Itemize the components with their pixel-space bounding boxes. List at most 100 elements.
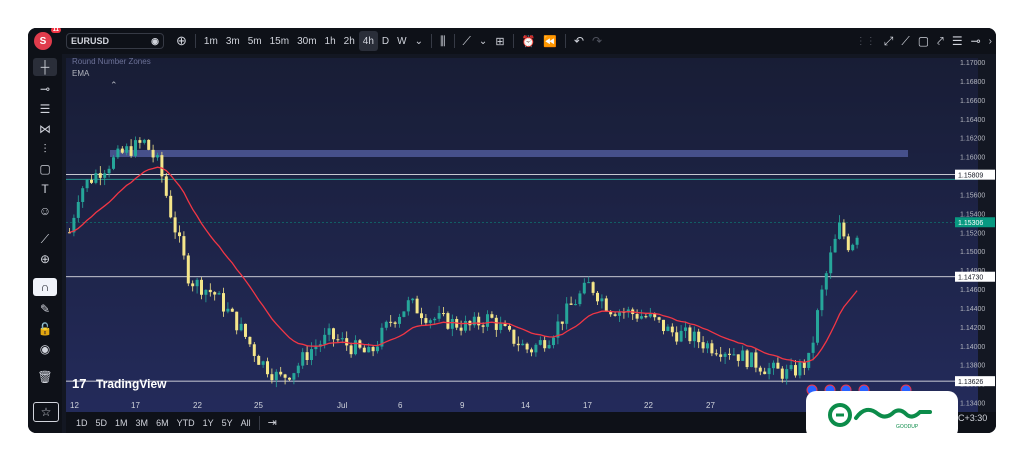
candle-body <box>406 300 410 312</box>
candle-body <box>494 317 498 330</box>
crosshair-icon[interactable]: ┼ <box>33 58 57 76</box>
candle-body <box>763 371 767 375</box>
rectangle-tool-icon[interactable]: ▢ <box>914 31 933 51</box>
layouts-icon[interactable]: ⊞ <box>491 31 508 51</box>
candle-body <box>156 155 159 158</box>
lock-edit-icon[interactable]: ✎ <box>33 300 57 318</box>
candle-body <box>182 236 186 256</box>
ruler-icon[interactable]: ⟋ <box>33 230 57 248</box>
magnet-icon[interactable]: ∩ <box>33 278 57 296</box>
range-3m[interactable]: 3M <box>132 418 153 428</box>
horizontal-line-icon[interactable]: ⊸ <box>967 31 985 51</box>
symbol-search[interactable]: EURUSD ◉ <box>66 33 164 49</box>
candle-body <box>349 345 353 355</box>
candle-body <box>376 346 379 352</box>
candle-body <box>204 289 208 295</box>
undo-icon[interactable]: ↶ <box>570 31 588 51</box>
interval-1m[interactable]: 1m <box>200 31 222 51</box>
chevron-down-icon[interactable]: ⌄ <box>411 31 427 51</box>
fib-tool-icon[interactable]: ☰ <box>948 31 967 51</box>
indicator-ema[interactable]: EMA <box>72 69 90 78</box>
drag-handle-icon[interactable]: ⋮⋮ <box>852 31 880 51</box>
range-all[interactable]: All <box>237 418 255 428</box>
candle-body <box>662 319 665 332</box>
alert-icon[interactable]: ⏰ <box>518 31 540 51</box>
candle-body <box>239 323 243 331</box>
interval-D[interactable]: D <box>378 31 393 51</box>
chevron-down-icon[interactable]: ⌄ <box>475 31 491 51</box>
replay-icon[interactable]: ⏪ <box>539 31 561 51</box>
interval-2h[interactable]: 2h <box>340 31 359 51</box>
rectangle-icon[interactable]: ▢ <box>33 160 57 178</box>
watchlist-star-icon[interactable]: ☆ <box>33 402 59 422</box>
goodup-brand-text: GOODUP <box>896 424 919 430</box>
trend-line-icon[interactable]: ⊸ <box>33 80 57 98</box>
indicators-icon[interactable]: ⟋ <box>459 31 475 51</box>
more-tools-icon[interactable]: › <box>985 31 996 51</box>
collapse-indicators-icon[interactable]: ⌃ <box>110 80 118 90</box>
interval-5m[interactable]: 5m <box>244 31 266 51</box>
candle-body <box>512 329 516 344</box>
range-1d[interactable]: 1D <box>72 418 92 428</box>
compare-symbol-icon[interactable]: ⊕ <box>172 31 191 51</box>
interval-15m[interactable]: 15m <box>266 31 293 51</box>
go-to-date-icon[interactable]: ⇥ <box>264 416 281 429</box>
candle-body <box>151 149 155 158</box>
interval-W[interactable]: W <box>393 31 410 51</box>
candle-body <box>437 313 441 319</box>
price-tick: 1.16400 <box>960 117 985 124</box>
candle-body <box>560 321 564 324</box>
candle-body <box>710 343 714 354</box>
eye-icon[interactable]: ◉ <box>151 36 159 47</box>
interval-3m[interactable]: 3m <box>222 31 244 51</box>
candle-body <box>222 293 225 312</box>
zoom-in-icon[interactable]: ⊕ <box>33 250 57 268</box>
interval-4h[interactable]: 4h <box>358 31 378 51</box>
notification-badge: 11 <box>50 28 61 33</box>
time-tick: 14 <box>521 401 530 410</box>
trash-icon[interactable]: 🗑 <box>33 368 57 386</box>
candle-body <box>428 320 432 323</box>
candle-body <box>90 179 93 183</box>
price-tick: 1.13800 <box>960 363 985 370</box>
price-tick: 1.16800 <box>960 79 985 86</box>
candles-style-icon[interactable]: ⫼ <box>436 31 450 51</box>
candle-body <box>195 279 199 287</box>
fib-icon[interactable]: ⫶ <box>33 140 57 158</box>
candle-body <box>94 173 98 183</box>
candle-body <box>499 323 503 330</box>
candle-body <box>666 326 670 332</box>
emoji-icon[interactable]: ☺ <box>33 202 57 220</box>
candle-body <box>697 331 701 343</box>
candle-body <box>600 298 604 302</box>
candle-body <box>679 330 683 342</box>
range-1m[interactable]: 1M <box>111 418 132 428</box>
redo-icon[interactable]: ↷ <box>588 31 606 51</box>
path-tool-icon[interactable]: ⤤ <box>933 31 948 51</box>
indicator-round-number-zones[interactable]: Round Number Zones <box>72 58 151 66</box>
range-6m[interactable]: 6M <box>152 418 173 428</box>
price-chart[interactable]: 1.17000 1.16800 1.16600 1.16400 1.16200 1.160… <box>66 58 996 416</box>
candle-body <box>723 353 727 357</box>
candle-body <box>772 362 775 369</box>
pitchfork-icon[interactable]: ⋈ <box>33 120 57 138</box>
candle-body <box>107 168 111 174</box>
text-tool-icon[interactable]: T <box>33 180 57 198</box>
user-avatar[interactable]: S 11 <box>34 28 61 50</box>
time-tick: 12 <box>70 401 79 410</box>
divider <box>564 34 566 48</box>
visibility-icon[interactable]: ◉ <box>33 340 57 358</box>
lock-icon[interactable]: 🔓 <box>33 320 57 338</box>
candle-body <box>692 331 696 342</box>
trend-line-icon[interactable]: ⟋ <box>897 31 913 51</box>
interval-1h[interactable]: 1h <box>321 31 340 51</box>
timezone-label[interactable]: C+3:30 <box>958 413 987 423</box>
range-ytd[interactable]: YTD <box>173 418 199 428</box>
range-5y[interactable]: 5Y <box>218 418 237 428</box>
interval-30m[interactable]: 30m <box>293 31 320 51</box>
range-1y[interactable]: 1Y <box>199 418 218 428</box>
range-5d[interactable]: 5D <box>92 418 112 428</box>
ray-tool-icon[interactable]: ⤢ <box>880 31 898 51</box>
horizontal-lines-icon[interactable]: ☰ <box>33 100 57 118</box>
time-tick: 6 <box>398 401 403 410</box>
